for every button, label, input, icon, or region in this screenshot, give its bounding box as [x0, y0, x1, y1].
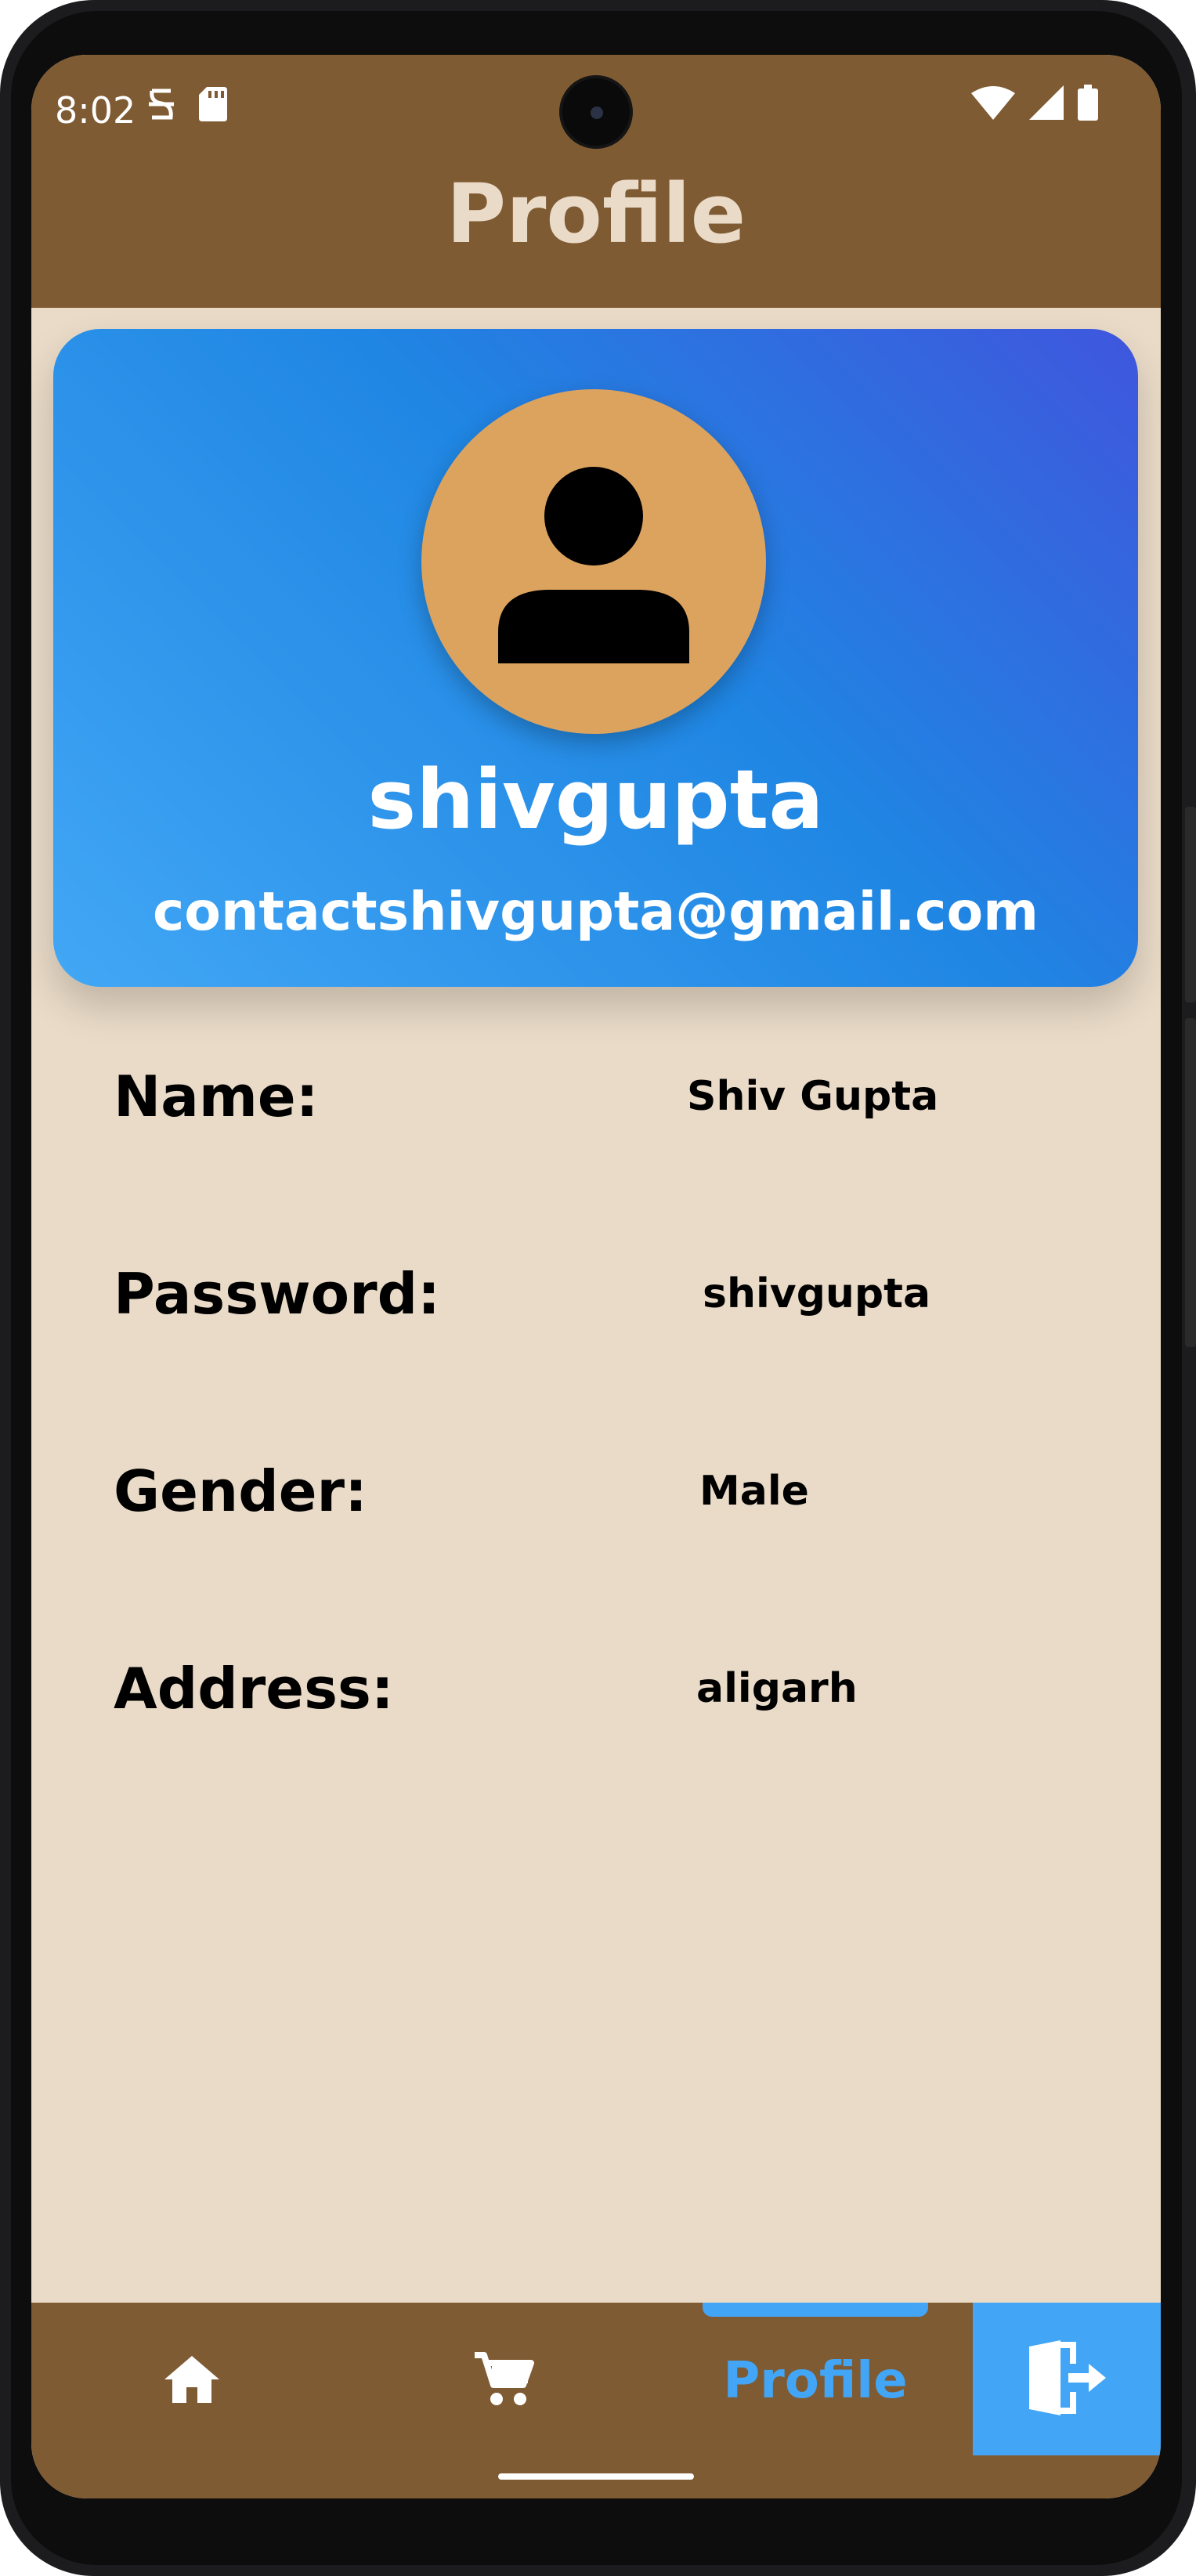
detail-row-gender: Gender: Male	[114, 1458, 1093, 1537]
phone-frame: 8:02 Profile shivgupta contactshivgupta@…	[0, 0, 1196, 2576]
home-icon	[163, 2354, 221, 2408]
profile-email: contactshivgupta@gmail.com	[152, 881, 1039, 943]
detail-value: Shiv Gupta	[687, 1073, 939, 1120]
app-screen: 8:02 Profile shivgupta contactshivgupta@…	[31, 55, 1161, 2498]
nav-profile[interactable]: Profile	[703, 2303, 928, 2459]
volume-button	[1185, 807, 1196, 1003]
sd-card-icon	[199, 87, 227, 125]
power-button	[1185, 1018, 1196, 1347]
nav-profile-label: Profile	[723, 2352, 908, 2410]
page-title: Profile	[446, 166, 746, 262]
detail-value: aligarh	[696, 1665, 858, 1712]
detail-label: Password:	[114, 1261, 440, 1327]
avatar[interactable]	[421, 389, 766, 734]
profile-username: shivgupta	[367, 752, 824, 847]
detail-row-name: Name: Shiv Gupta	[114, 1064, 1093, 1142]
detail-value: Male	[699, 1468, 809, 1515]
detail-label: Name:	[114, 1064, 319, 1129]
gesture-home-bar[interactable]	[498, 2473, 694, 2480]
profile-card: shivgupta contactshivgupta@gmail.com	[53, 329, 1138, 987]
signal-icon	[1029, 85, 1064, 123]
person-icon	[498, 467, 689, 663]
bottom-navigation: Profile	[31, 2303, 1161, 2498]
detail-row-address: Address: aligarh	[114, 1656, 1093, 1734]
battery-icon	[1078, 85, 1098, 124]
status-icons-left	[147, 86, 227, 125]
detail-row-password: Password: shivgupta	[114, 1261, 1093, 1339]
logout-button[interactable]	[973, 2303, 1161, 2455]
detail-label: Gender:	[114, 1458, 367, 1524]
front-camera	[562, 78, 630, 146]
detail-label: Address:	[114, 1656, 394, 1722]
nav-cart[interactable]	[414, 2303, 594, 2459]
detail-value: shivgupta	[703, 1270, 931, 1317]
status-icons-right	[971, 85, 1098, 124]
nav-home[interactable]	[102, 2303, 282, 2459]
cart-icon	[473, 2350, 534, 2412]
logout-icon	[1026, 2339, 1107, 2419]
wifi-icon	[971, 85, 1015, 123]
notification-icon	[147, 86, 175, 125]
status-time: 8:02	[55, 89, 136, 132]
top-app-bar: 8:02 Profile	[31, 55, 1161, 308]
